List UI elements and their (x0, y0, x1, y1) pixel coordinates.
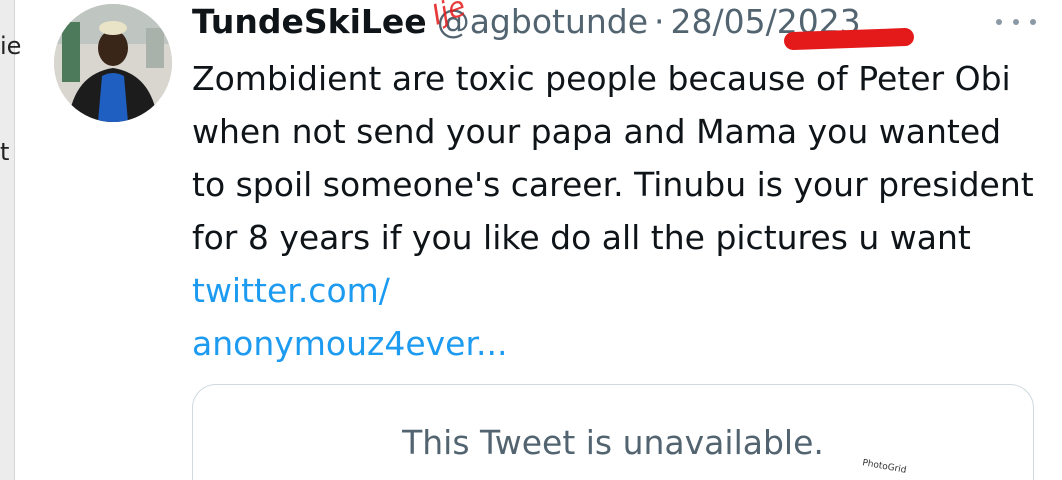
tweet-header: TundeSkiLee @agbotunde · 28/05/2023 (192, 2, 861, 46)
quoted-tweet-unavailable-text: This Tweet is unavailable. (402, 423, 824, 462)
left-text-fragment: ie (0, 32, 22, 60)
avatar[interactable] (54, 4, 172, 122)
screenshot-frame: ie t TundeSkiLee @agbotunde · 28/05/2023… (0, 0, 1062, 480)
header-separator: · (654, 2, 665, 41)
display-name[interactable]: TundeSkiLee (192, 2, 427, 41)
tweet-link-part2[interactable]: anonymouz4ever... (192, 324, 507, 363)
left-panel-edge: ie t (0, 0, 21, 480)
left-text-fragment: t (0, 138, 10, 166)
tweet-link[interactable]: twitter.com/anonymouz4ever... (192, 271, 507, 363)
tweet-link-part1[interactable]: twitter.com/ (192, 271, 390, 310)
more-horizontal-icon[interactable] (996, 10, 1036, 34)
avatar-photo (54, 4, 172, 122)
tweet-body: Zombidient are toxic people because of P… (192, 59, 1034, 257)
quoted-tweet-card[interactable]: This Tweet is unavailable. (192, 384, 1034, 480)
tweet-text: Zombidient are toxic people because of P… (192, 52, 1042, 370)
user-handle[interactable]: @agbotunde (437, 2, 648, 41)
red-highlight-mark (783, 27, 915, 51)
